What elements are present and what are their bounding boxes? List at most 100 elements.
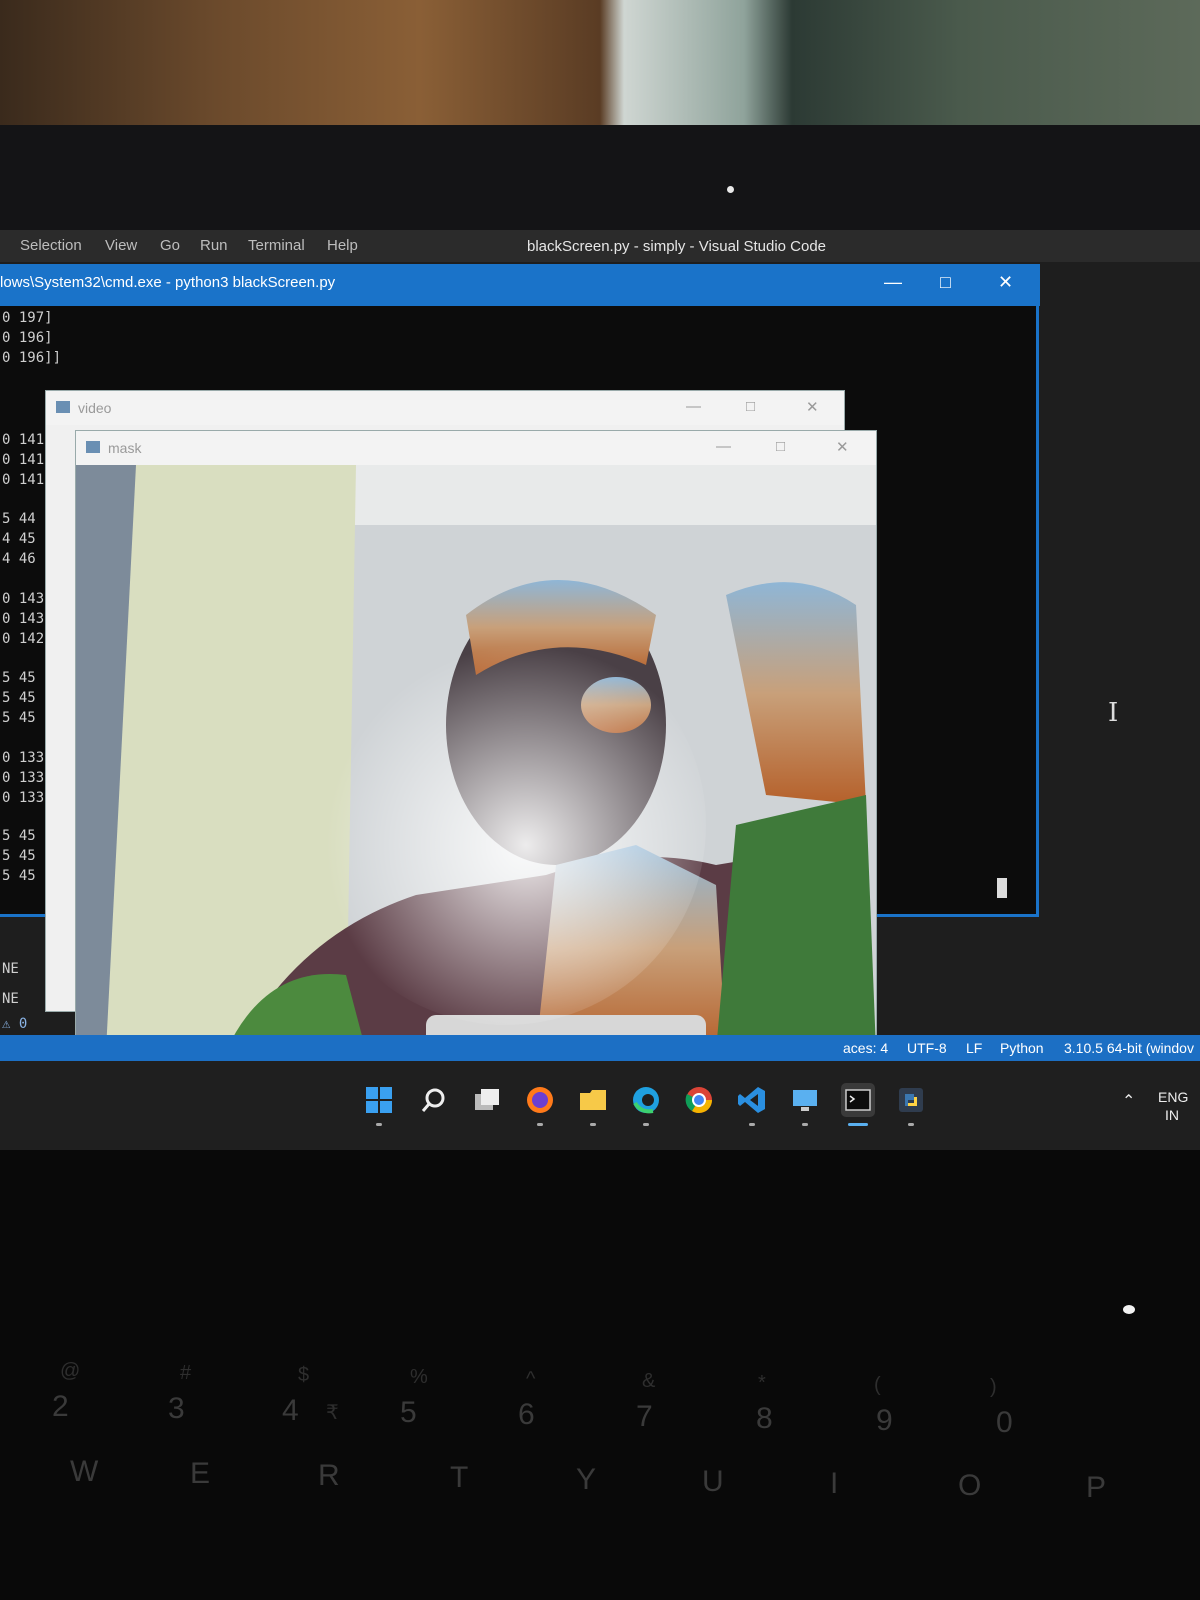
terminal-line: 0 196]] [2, 350, 62, 366]
remote-desktop-icon[interactable] [788, 1083, 822, 1117]
indentation-status[interactable]: aces: 4 [843, 1040, 888, 1056]
app-icon [86, 441, 100, 453]
key-letter: Y [576, 1463, 597, 1496]
tray-region: IN [1165, 1107, 1179, 1123]
key-rupee-symbol: ₹ [326, 1402, 339, 1424]
terminal-line: 0 142 [2, 631, 45, 647]
taskbar-indicator [643, 1123, 649, 1126]
terminal-cursor [997, 878, 1007, 898]
eol-status[interactable]: LF [966, 1040, 982, 1056]
terminal-line: 0 197] [2, 310, 53, 326]
file-explorer-icon[interactable] [576, 1083, 610, 1117]
menu-selection[interactable]: Selection [20, 237, 82, 254]
maximize-icon[interactable]: □ [746, 398, 755, 415]
key-number: 3 [168, 1392, 185, 1425]
key-number: 0 [996, 1406, 1013, 1439]
power-indicator [1123, 1305, 1135, 1314]
key-number: 5 [400, 1396, 417, 1429]
maximize-icon[interactable]: □ [940, 272, 951, 293]
key-shift-symbol: * [758, 1372, 766, 1394]
key-shift-symbol: ( [874, 1374, 881, 1396]
interpreter-status[interactable]: 3.10.5 64-bit (windov [1064, 1040, 1194, 1056]
terminal-line: 0 133 [2, 790, 45, 806]
key-letter: R [318, 1459, 340, 1492]
mask-titlebar[interactable]: mask — □ ✕ [76, 431, 876, 465]
taskbar-indicator [749, 1123, 755, 1126]
taskbar-indicator [376, 1123, 382, 1126]
panel-label: NE [2, 961, 19, 977]
key-letter: I [830, 1467, 839, 1500]
key-number: 9 [876, 1404, 893, 1437]
key-shift-symbol: ^ [526, 1368, 536, 1390]
text-cursor-icon: I [1108, 698, 1119, 728]
cmd-titlebar[interactable]: lows\System32\cmd.exe - python3 blackScr… [0, 264, 1040, 306]
key-letter: O [958, 1469, 982, 1502]
cmd-window-title: lows\System32\cmd.exe - python3 blackScr… [0, 274, 336, 291]
terminal-line: 5 44 [2, 511, 36, 527]
terminal-line: 5 45 [2, 828, 36, 844]
key-letter: U [702, 1465, 724, 1498]
vscode-statusbar: aces: 4 UTF-8 LF Python 3.10.5 64-bit (w… [0, 1035, 1200, 1061]
key-number: 6 [518, 1398, 535, 1431]
chevron-up-icon[interactable]: ⌃ [1122, 1091, 1135, 1111]
terminal-line: 0 141 [2, 432, 45, 448]
minimize-icon[interactable]: — [884, 272, 902, 293]
language-status[interactable]: Python [1000, 1040, 1044, 1056]
taskbar-indicator [537, 1123, 543, 1126]
vscode-menubar: Selection View Go Run Terminal Help blac… [0, 230, 1200, 262]
video-window-title: video [78, 400, 112, 416]
key-shift-symbol: # [180, 1362, 192, 1384]
mask-window[interactable]: mask — □ ✕ [75, 430, 877, 1052]
menu-go[interactable]: Go [160, 237, 180, 254]
warning-count-value: 0 [18, 1016, 28, 1032]
key-shift-symbol: ) [990, 1376, 997, 1398]
key-shift-symbol: @ [60, 1360, 81, 1382]
laptop-screen: Selection View Go Run Terminal Help blac… [0, 230, 1200, 1151]
terminal-line: 0 141 [2, 472, 45, 488]
menu-terminal[interactable]: Terminal [248, 237, 305, 254]
taskbar-indicator [802, 1123, 808, 1126]
menu-view[interactable]: View [105, 237, 137, 254]
webcam-indicator [727, 186, 734, 193]
terminal-line: 5 45 [2, 670, 36, 686]
key-shift-symbol: $ [298, 1364, 310, 1386]
terminal-line: 0 141 [2, 452, 45, 468]
minimize-icon[interactable]: — [716, 438, 731, 455]
terminal-line: 5 45 [2, 848, 36, 864]
python-icon[interactable] [894, 1083, 928, 1117]
windows-start-icon[interactable] [362, 1083, 396, 1117]
firefox-icon[interactable] [523, 1083, 557, 1117]
terminal-line: 4 45 [2, 531, 36, 547]
key-number: 4 [282, 1394, 299, 1427]
app-icon [56, 401, 70, 413]
close-icon[interactable]: ✕ [836, 438, 849, 456]
maximize-icon[interactable]: □ [776, 438, 785, 455]
menu-run[interactable]: Run [200, 237, 228, 254]
terminal-icon[interactable] [841, 1083, 875, 1117]
menu-help[interactable]: Help [327, 237, 358, 254]
close-icon[interactable]: ✕ [998, 272, 1013, 293]
key-letter: E [190, 1457, 211, 1490]
key-shift-symbol: & [642, 1370, 656, 1392]
task-view-icon[interactable] [470, 1083, 504, 1117]
warning-count[interactable]: ⚠ 0 [2, 1016, 27, 1032]
chrome-icon[interactable] [682, 1083, 716, 1117]
taskbar-indicator [590, 1123, 596, 1126]
close-icon[interactable]: ✕ [806, 398, 819, 416]
tray-language[interactable]: ENG [1158, 1089, 1188, 1105]
laptop-keyboard: @ # $ % ^ & * ( ) 2 3 4 ₹ 5 6 7 8 9 0 W … [0, 1150, 1200, 1600]
edge-icon[interactable] [629, 1083, 663, 1117]
key-letter: P [1086, 1471, 1107, 1504]
video-titlebar[interactable]: video — □ ✕ [46, 391, 844, 425]
search-icon[interactable] [417, 1083, 451, 1117]
minimize-icon[interactable]: — [686, 398, 701, 415]
encoding-status[interactable]: UTF-8 [907, 1040, 947, 1056]
key-letter: W [70, 1455, 99, 1488]
key-number: 7 [636, 1400, 653, 1433]
key-number: 8 [756, 1402, 773, 1435]
vscode-icon[interactable] [735, 1083, 769, 1117]
taskbar-active-indicator [848, 1123, 868, 1126]
vscode-window-title: blackScreen.py - simply - Visual Studio … [527, 238, 827, 255]
terminal-line: 0 143 [2, 611, 45, 627]
taskbar-indicator [908, 1123, 914, 1126]
